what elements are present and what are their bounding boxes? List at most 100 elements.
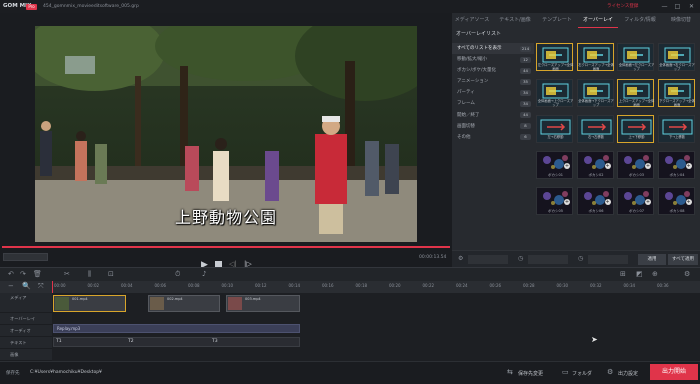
- seek-bar[interactable]: [2, 246, 450, 248]
- add-overlay-icon[interactable]: +: [645, 199, 651, 205]
- category-item[interactable]: アニメーション 35: [452, 76, 534, 87]
- overlay-thumbnail[interactable]: ボカシ08 +: [657, 187, 695, 215]
- overlay-thumbnail[interactable]: ボカシ07 +: [617, 187, 654, 215]
- category-list: すべてのリストを表示 214 移動/拡大/縮小 12 ボカシ/ボケ/大量化 44 アニメーシ…: [452, 43, 534, 143]
- category-item[interactable]: 画面切替 8: [452, 121, 534, 132]
- clock-icon-2[interactable]: ◷: [578, 255, 583, 262]
- media-clip-2[interactable]: 002.mp4: [148, 295, 220, 312]
- timecode: 00:00:13.54: [419, 255, 447, 260]
- apply-all-button[interactable]: すべて適用: [668, 254, 698, 265]
- zoom-out-icon[interactable]: −: [8, 282, 14, 290]
- ruler-tick-label: 00:14: [288, 283, 301, 288]
- overlay-thumbnail-label: ボカシ06: [588, 209, 604, 213]
- category-item[interactable]: その他 6: [452, 132, 534, 143]
- zoom-select[interactable]: [3, 253, 48, 261]
- category-item[interactable]: 開始／終了 44: [452, 110, 534, 121]
- category-item[interactable]: 移動/拡大/縮小 12: [452, 54, 534, 65]
- overlay-thumbnail[interactable]: 上クローズアップ→全体画面: [617, 79, 654, 107]
- tab-template[interactable]: テンプレート: [538, 13, 576, 28]
- overlay-thumbnail[interactable]: 全体画面→下クローズアップ: [576, 79, 614, 107]
- maximize-button[interactable]: □: [673, 2, 682, 11]
- add-overlay-icon[interactable]: +: [685, 163, 692, 169]
- audio-clip[interactable]: Replay.mp3: [53, 324, 300, 333]
- speed-icon[interactable]: ⏱: [175, 270, 180, 279]
- add-overlay-icon[interactable]: +: [564, 163, 570, 169]
- overlay-thumbnail[interactable]: 全体画面→上クローズアップ: [536, 79, 573, 107]
- category-item[interactable]: パーティ 34: [452, 87, 534, 98]
- overlay-thumbnail[interactable]: 全体画面→左クローズアップ: [617, 43, 654, 71]
- tab-filter[interactable]: フィルタ/情報: [620, 13, 660, 28]
- tab-overlay[interactable]: オーバーレイ: [578, 13, 618, 28]
- overlay-thumbnail[interactable]: ボカシ02 +: [576, 151, 614, 179]
- overlay-thumbnail[interactable]: ボカシ01 +: [536, 151, 573, 179]
- folder-button[interactable]: フォルダ: [572, 370, 592, 377]
- add-overlay-icon[interactable]: +: [564, 199, 570, 205]
- cut-icon[interactable]: ✂: [64, 270, 70, 278]
- overlay-thumbnail[interactable]: 右→左移動: [576, 115, 614, 143]
- change-destination-button[interactable]: 保存先変更: [518, 370, 543, 377]
- snap-icon[interactable]: ⊞: [620, 270, 626, 278]
- tab-transition[interactable]: 映像切替: [662, 13, 700, 28]
- redo-icon[interactable]: ↷: [20, 270, 26, 278]
- text-marker-t3[interactable]: T3: [212, 339, 218, 344]
- tab-media-source[interactable]: メディアソース: [452, 13, 492, 28]
- ruler-ticks: 00:00 00:02 00:04 00:06 00:08 00:10 00:12 00:14…: [52, 281, 700, 293]
- overlay-thumbnail[interactable]: ボカシ03 +: [617, 151, 654, 179]
- change-folder-icon[interactable]: ⇆: [507, 368, 513, 376]
- overlay-thumbnail[interactable]: 左→右移動: [536, 115, 573, 143]
- overlay-thumbnail[interactable]: ボカシ04 +: [657, 151, 695, 179]
- marker-icon[interactable]: ◩: [636, 270, 643, 278]
- zoom-search-icon[interactable]: 🔍: [22, 282, 31, 290]
- split-icon[interactable]: ⫼: [88, 270, 91, 279]
- timeline-settings-icon[interactable]: ⚙: [684, 270, 690, 278]
- ruler-tick-label: 00:32: [590, 283, 602, 288]
- settings-icon[interactable]: ⚙: [458, 255, 463, 262]
- option-select-3[interactable]: [588, 255, 628, 264]
- audio-icon[interactable]: ♪: [202, 270, 206, 278]
- output-settings-icon[interactable]: ⚙: [607, 368, 613, 376]
- add-overlay-icon[interactable]: +: [604, 163, 611, 169]
- text-marker-t2[interactable]: T2: [128, 339, 134, 344]
- tab-text-image[interactable]: テキスト/画像: [494, 13, 536, 28]
- file-name: 454_gomnmix_movieeditsoftware_005.grp: [43, 4, 139, 9]
- folder-icon[interactable]: ▭: [562, 368, 569, 376]
- close-button[interactable]: ✕: [687, 2, 696, 11]
- category-item[interactable]: フレーム 34: [452, 98, 534, 109]
- video-subtitle: 上野動物公園: [174, 208, 277, 227]
- category-item[interactable]: ボカシ/ボケ/大量化 44: [452, 65, 534, 76]
- media-clip-3[interactable]: 003.mp4: [226, 295, 300, 312]
- minimize-button[interactable]: —: [660, 2, 669, 11]
- overlay-thumbnail[interactable]: 下→上移動: [657, 115, 695, 143]
- clock-icon[interactable]: ◷: [518, 255, 523, 262]
- export-button[interactable]: 出力開始: [650, 364, 698, 380]
- overlay-thumbnail[interactable]: 右クローズアップ→全体画面: [576, 43, 614, 71]
- timeline-ruler[interactable]: − 🔍 ⤧ 00:00 00:02 00:04 00:06 00:08 00:10 00:1…: [0, 281, 700, 361]
- crop-icon[interactable]: ⊡: [108, 270, 114, 278]
- undo-icon[interactable]: ↶: [8, 270, 14, 278]
- category-label: アニメーション: [457, 79, 489, 85]
- media-clip-1[interactable]: 001.mp4: [53, 295, 126, 312]
- category-label: すべてのリストを表示: [457, 46, 502, 51]
- text-marker-t1[interactable]: T1: [56, 339, 62, 344]
- add-overlay-icon[interactable]: +: [685, 199, 692, 205]
- output-settings-button[interactable]: 出力設定: [618, 370, 638, 377]
- add-overlay-icon[interactable]: +: [645, 163, 651, 169]
- track-add-icon[interactable]: ⊕: [652, 270, 658, 278]
- text-track-bar[interactable]: T1 T2 T3: [53, 337, 300, 347]
- overlay-thumbnail[interactable]: 上→下移動: [617, 115, 654, 143]
- zoom-fit-icon[interactable]: ⤧: [38, 282, 44, 291]
- overlay-thumbnail[interactable]: ボカシ06 +: [576, 187, 614, 215]
- category-label: 画面切替: [457, 123, 475, 129]
- option-select-2[interactable]: [528, 255, 568, 264]
- overlay-thumbnail[interactable]: 全体画面→右クローズアップ: [657, 43, 695, 71]
- overlay-thumbnail[interactable]: 下クローズアップ→全体画面: [657, 79, 695, 107]
- apply-button[interactable]: 適用: [638, 254, 666, 265]
- option-select-1[interactable]: [468, 255, 508, 264]
- add-overlay-icon[interactable]: +: [604, 199, 611, 205]
- license-link[interactable]: ライセンス登録: [607, 3, 638, 10]
- category-label: ボカシ/ボケ/大量化: [457, 68, 497, 74]
- overlay-thumbnail[interactable]: 左クローズアップ→全体画面: [536, 43, 573, 71]
- overlay-thumbnail[interactable]: ボカシ05 +: [536, 187, 573, 215]
- delete-icon[interactable]: 🗑: [33, 270, 42, 278]
- category-item[interactable]: すべてのリストを表示 214: [452, 43, 534, 55]
